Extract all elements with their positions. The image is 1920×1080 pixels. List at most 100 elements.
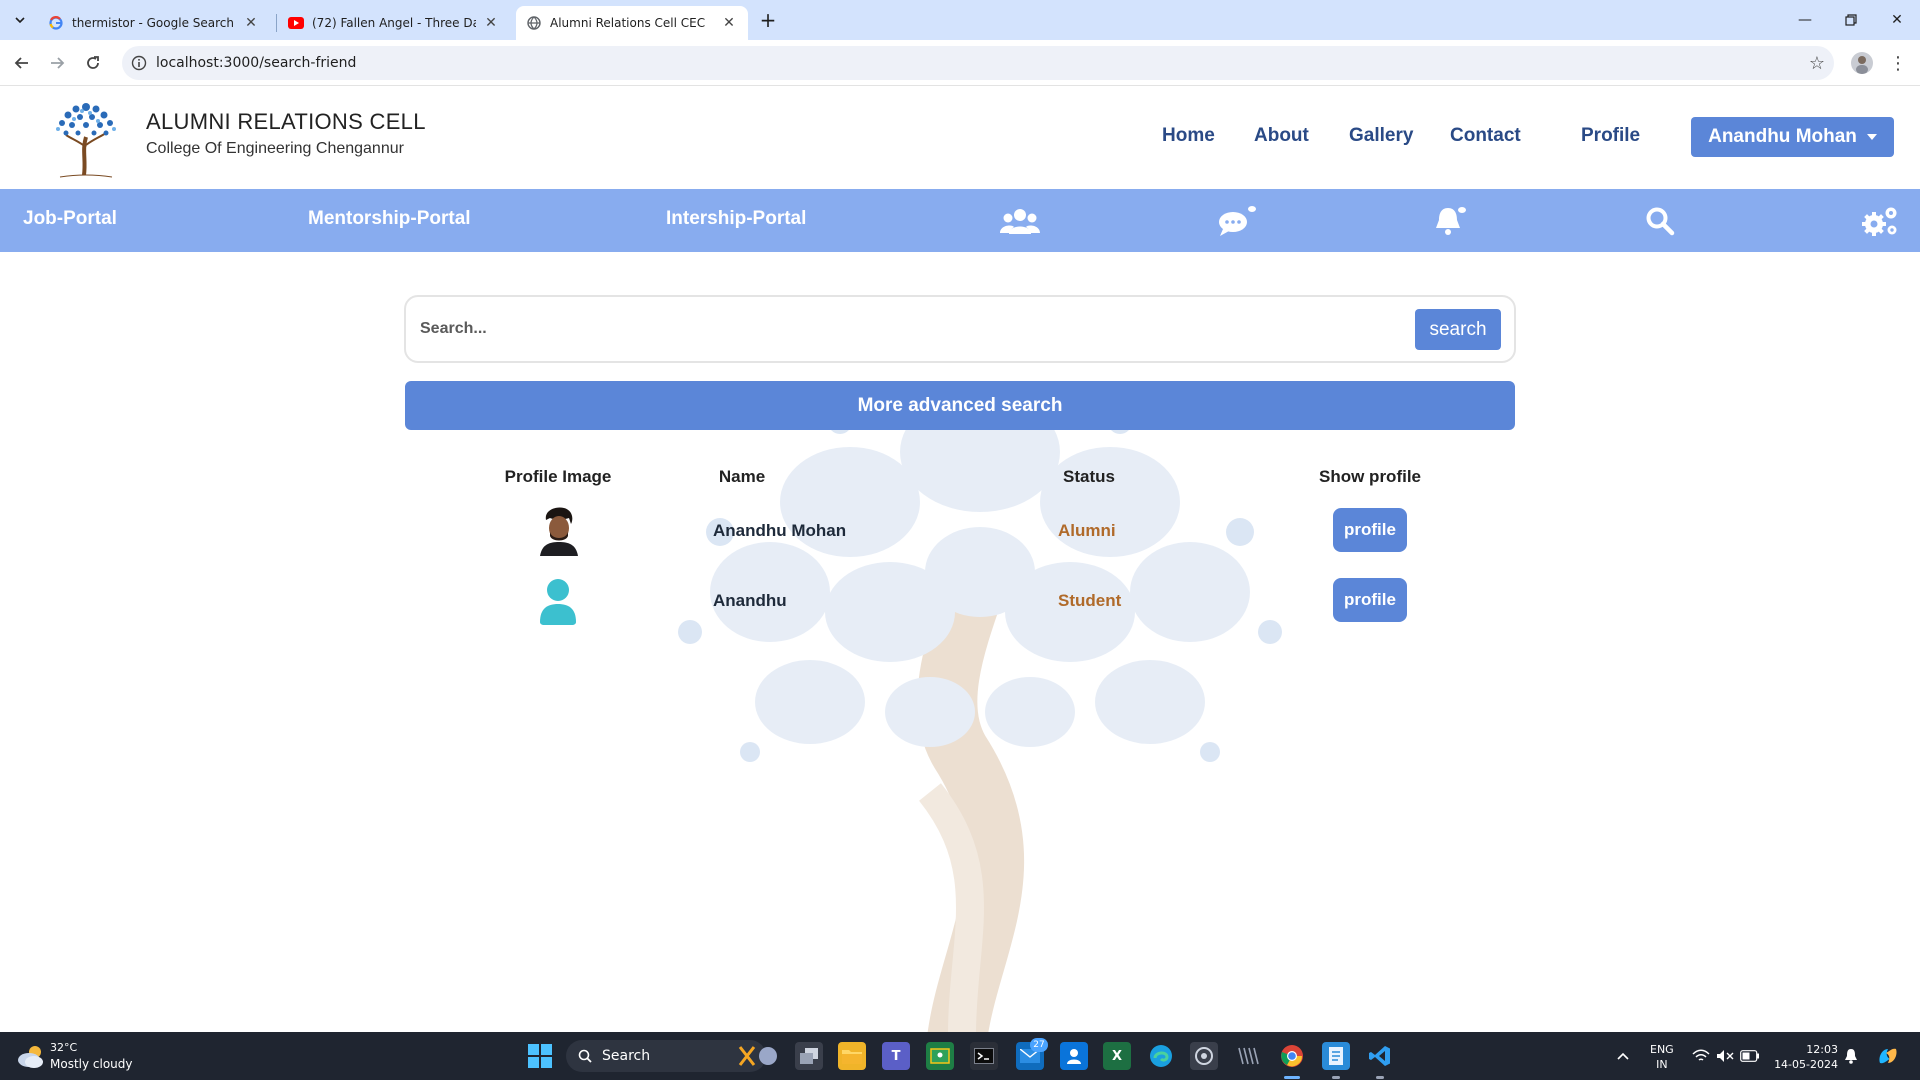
windows-start-icon[interactable] bbox=[528, 1044, 552, 1068]
excel-icon[interactable]: X bbox=[1103, 1042, 1131, 1070]
nav-contact[interactable]: Contact bbox=[1450, 125, 1521, 147]
search-friend-page: search More advanced search Profile Imag… bbox=[0, 252, 1920, 1032]
portal-nav-bar: Job-Portal Mentorship-Portal Intership-P… bbox=[0, 189, 1920, 252]
search-icon bbox=[578, 1049, 592, 1063]
search-icon[interactable] bbox=[1638, 203, 1682, 239]
bookmark-star-icon[interactable]: ☆ bbox=[1800, 53, 1834, 74]
internship-portal-link[interactable]: Intership-Portal bbox=[666, 208, 806, 230]
show-hidden-icons-chevron-icon[interactable] bbox=[1616, 1032, 1630, 1080]
new-tab-icon[interactable]: + bbox=[756, 8, 780, 32]
media-app-icon[interactable] bbox=[1234, 1042, 1262, 1070]
chrome-icon[interactable] bbox=[1278, 1042, 1306, 1070]
volume-muted-icon[interactable] bbox=[1716, 1032, 1734, 1080]
forward-icon[interactable] bbox=[44, 50, 70, 76]
open-app-indicator bbox=[1376, 1076, 1384, 1079]
battery-icon[interactable] bbox=[1740, 1032, 1760, 1080]
friend-name: Anandhu Mohan bbox=[713, 521, 847, 540]
active-app-indicator bbox=[1284, 1076, 1300, 1079]
users-icon[interactable] bbox=[998, 203, 1042, 239]
mail-badge: 27 bbox=[1030, 1038, 1048, 1052]
edge-icon[interactable] bbox=[1147, 1042, 1175, 1070]
close-window-icon[interactable]: ✕ bbox=[1874, 0, 1920, 40]
browser-tab-strip: thermistor - Google Search ✕ (72) Fallen… bbox=[0, 0, 1920, 40]
browser-toolbar: localhost:3000/search-friend ☆ ⋮ bbox=[0, 40, 1920, 86]
site-header: ALUMNI RELATIONS CELL College Of Enginee… bbox=[0, 87, 1920, 189]
browser-menu-icon[interactable]: ⋮ bbox=[1888, 50, 1908, 76]
profile-photo bbox=[536, 506, 580, 556]
browser-tab-google[interactable]: thermistor - Google Search ✕ bbox=[38, 6, 270, 40]
friend-status: Alumni bbox=[1058, 521, 1116, 540]
browser-profile-avatar[interactable] bbox=[1851, 52, 1873, 74]
user-menu-label: Anandhu Mohan bbox=[1708, 126, 1857, 147]
weather-temperature[interactable]: 32°C bbox=[50, 1041, 77, 1054]
caret-down-icon bbox=[1866, 134, 1877, 140]
table-row: Anandhu Mohan Alumni profile bbox=[0, 501, 1920, 561]
minimize-icon[interactable]: — bbox=[1782, 0, 1828, 40]
job-portal-link[interactable]: Job-Portal bbox=[23, 208, 117, 230]
chat-icon[interactable] bbox=[1213, 203, 1257, 239]
tab-title: (72) Fallen Angel - Three Days Grace bbox=[312, 16, 476, 30]
vscode-icon[interactable] bbox=[1366, 1042, 1394, 1070]
nav-home[interactable]: Home bbox=[1162, 125, 1215, 147]
close-tab-icon[interactable]: ✕ bbox=[720, 14, 738, 32]
file-explorer-icon[interactable] bbox=[838, 1042, 866, 1070]
back-icon[interactable] bbox=[9, 50, 35, 76]
reload-icon[interactable] bbox=[80, 50, 106, 76]
advanced-search-button[interactable]: More advanced search bbox=[405, 381, 1515, 430]
camera-app-icon[interactable] bbox=[1190, 1042, 1218, 1070]
notepad-icon[interactable] bbox=[1322, 1042, 1350, 1070]
friend-name: Anandhu bbox=[713, 591, 787, 610]
store-icon[interactable] bbox=[1060, 1042, 1088, 1070]
classroom-icon[interactable] bbox=[926, 1042, 954, 1070]
notification-bell-icon[interactable] bbox=[1844, 1032, 1858, 1080]
mentorship-portal-link[interactable]: Mentorship-Portal bbox=[308, 208, 471, 230]
cloudy-weather-icon[interactable] bbox=[16, 1043, 46, 1069]
close-tab-icon[interactable]: ✕ bbox=[242, 14, 260, 32]
browser-tab-active[interactable]: Alumni Relations Cell CEC ✕ bbox=[516, 6, 748, 40]
nav-gallery[interactable]: Gallery bbox=[1349, 125, 1413, 147]
site-title: ALUMNI RELATIONS CELL bbox=[146, 109, 426, 134]
tab-divider bbox=[276, 14, 277, 32]
default-user-icon bbox=[540, 579, 576, 625]
weather-description[interactable]: Mostly cloudy bbox=[50, 1057, 133, 1071]
region-code: IN bbox=[1656, 1058, 1668, 1071]
google-icon bbox=[48, 15, 64, 31]
friend-status: Student bbox=[1058, 591, 1122, 610]
site-subtitle: College Of Engineering Chengannur bbox=[146, 140, 404, 157]
nav-profile[interactable]: Profile bbox=[1581, 125, 1640, 147]
col-header-show-profile: Show profile bbox=[1319, 467, 1421, 486]
show-profile-button[interactable]: profile bbox=[1333, 508, 1407, 552]
nav-about[interactable]: About bbox=[1254, 125, 1309, 147]
clock-time: 12:03 bbox=[1806, 1043, 1838, 1056]
teams-icon[interactable]: T bbox=[882, 1042, 910, 1070]
close-tab-icon[interactable]: ✕ bbox=[482, 14, 500, 32]
tree-watermark bbox=[678, 392, 1282, 1032]
terminal-icon[interactable] bbox=[970, 1042, 998, 1070]
open-app-indicator bbox=[1332, 1076, 1340, 1079]
clock-date: 14-05-2024 bbox=[1774, 1058, 1838, 1071]
wifi-icon[interactable] bbox=[1692, 1032, 1710, 1080]
windows-taskbar: 32°C Mostly cloudy Search T 27 X ENG IN … bbox=[0, 1032, 1920, 1080]
site-info-icon[interactable] bbox=[122, 55, 156, 71]
restore-icon[interactable] bbox=[1828, 0, 1874, 40]
taskbar-search-label: Search bbox=[602, 1048, 651, 1064]
task-view-icon[interactable] bbox=[795, 1042, 823, 1070]
url-text[interactable]: localhost:3000/search-friend bbox=[156, 55, 1800, 71]
settings-icon[interactable] bbox=[1858, 203, 1902, 239]
copilot-icon[interactable] bbox=[1876, 1032, 1900, 1080]
tab-search-chevron-icon[interactable] bbox=[8, 8, 32, 32]
language-indicator[interactable]: ENG IN bbox=[1650, 1042, 1674, 1072]
browser-tab-youtube[interactable]: (72) Fallen Angel - Three Days Grace ✕ bbox=[278, 6, 510, 40]
bell-icon[interactable] bbox=[1428, 203, 1472, 239]
search-input[interactable] bbox=[420, 307, 1400, 351]
address-bar[interactable]: localhost:3000/search-friend ☆ bbox=[122, 46, 1834, 80]
search-box: search bbox=[404, 295, 1516, 363]
user-menu-button[interactable]: Anandhu Mohan bbox=[1691, 117, 1894, 157]
alumni-cell-logo bbox=[56, 103, 116, 178]
globe-icon bbox=[526, 15, 542, 31]
taskbar-clock[interactable]: 12:03 14-05-2024 bbox=[1772, 1042, 1838, 1072]
search-button[interactable]: search bbox=[1415, 309, 1501, 350]
show-profile-button[interactable]: profile bbox=[1333, 578, 1407, 622]
widgets-icon[interactable] bbox=[734, 1042, 782, 1070]
col-header-name: Name bbox=[718, 467, 766, 486]
